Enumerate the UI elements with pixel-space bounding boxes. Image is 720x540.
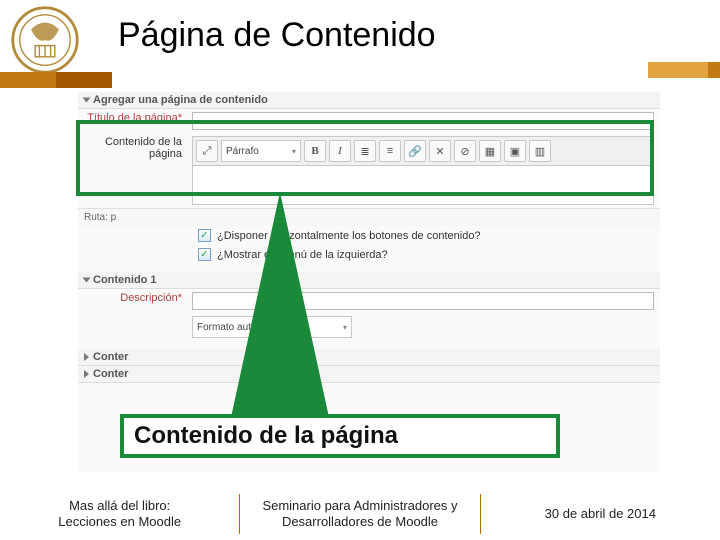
- accent-bar: [56, 72, 112, 88]
- bold-button[interactable]: B: [304, 140, 326, 162]
- toolbar-expand-button[interactable]: ⤢: [196, 140, 218, 162]
- paragraph-select-label: Párrafo: [226, 146, 259, 157]
- bullet-list-button[interactable]: ≣: [354, 140, 376, 162]
- footer-left-line2: Lecciones en Moodle: [0, 514, 239, 530]
- image-button[interactable]: ▦: [479, 140, 501, 162]
- paragraph-select[interactable]: Párrafo ▾: [221, 140, 301, 162]
- editor-path: Ruta: p: [78, 208, 660, 226]
- section-header-add-content-page[interactable]: Agregar una página de contenido: [78, 92, 660, 109]
- unam-logo: [10, 5, 80, 75]
- checkbox-show-left-menu[interactable]: ✓: [198, 248, 211, 261]
- section-header-collapsed[interactable]: Conter: [78, 366, 660, 383]
- numbered-list-button[interactable]: ≡: [379, 140, 401, 162]
- accent-bar: [0, 72, 56, 88]
- section-title: Contenido 1: [93, 274, 157, 286]
- nolink-button[interactable]: ⊘: [454, 140, 476, 162]
- checkbox-horizontal-buttons[interactable]: ✓: [198, 229, 211, 242]
- section-title: Conter: [93, 368, 128, 380]
- section-header-content-1[interactable]: Contenido 1: [78, 272, 660, 289]
- section-title: Agregar una página de contenido: [93, 94, 268, 106]
- chevron-right-icon: [84, 370, 89, 378]
- link-button[interactable]: 🔗: [404, 140, 426, 162]
- footer-mid-line1: Seminario para Administradores y: [240, 498, 479, 514]
- footer-date: 30 de abril de 2014: [481, 506, 720, 522]
- label-page-content: Contenido de la página: [84, 136, 192, 160]
- arrow-annotation: [230, 192, 330, 422]
- footer-left-line1: Mas allá del libro:: [0, 498, 239, 514]
- italic-button[interactable]: I: [329, 140, 351, 162]
- section-title: Conter: [93, 351, 128, 363]
- accent-bar: [648, 62, 708, 78]
- section-header-collapsed[interactable]: Conter: [78, 349, 660, 366]
- slide-footer: Mas allá del libro: Lecciones en Moodle …: [0, 488, 720, 540]
- callout-box: Contenido de la página: [120, 414, 560, 458]
- chevron-down-icon: ▾: [292, 147, 296, 156]
- accent-bar: [708, 62, 720, 78]
- chevron-down-icon: [83, 98, 91, 103]
- files-button[interactable]: ▥: [529, 140, 551, 162]
- label-description: Descripción: [84, 292, 192, 304]
- unlink-button[interactable]: ✕: [429, 140, 451, 162]
- callout-text: Contenido de la página: [134, 422, 398, 450]
- media-button[interactable]: ▣: [504, 140, 526, 162]
- rich-text-toolbar: ⤢ Párrafo ▾ B I ≣ ≡ 🔗 ✕ ⊘ ▦ ▣ ▥: [192, 136, 654, 165]
- chevron-right-icon: [84, 353, 89, 361]
- footer-mid-line2: Desarrolladores de Moodle: [240, 514, 479, 530]
- page-title-input[interactable]: [192, 112, 654, 130]
- page-title: Página de Contenido: [118, 16, 436, 55]
- chevron-down-icon: [83, 278, 91, 283]
- chevron-down-icon: ▾: [343, 323, 347, 332]
- label-page-title: Título de la página: [84, 112, 192, 124]
